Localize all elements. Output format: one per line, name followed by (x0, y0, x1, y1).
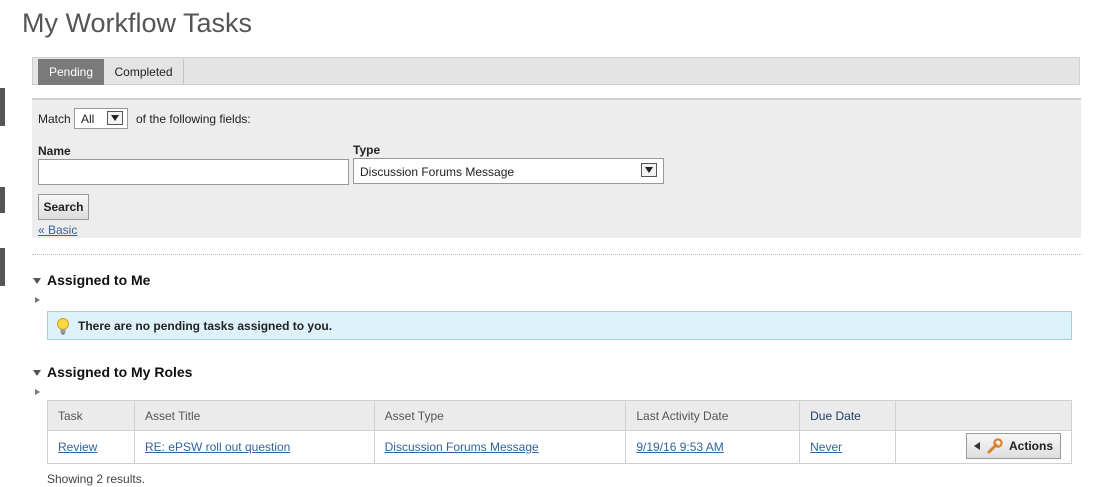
tab-completed[interactable]: Completed (104, 59, 184, 85)
column-header-actions (895, 400, 1072, 431)
actions-button-label: Actions (1009, 438, 1054, 453)
match-suffix-label: of the following fields: (136, 112, 251, 126)
basic-search-link[interactable]: « Basic (38, 223, 77, 237)
asset-title-link[interactable]: RE: ePSW roll out question (145, 440, 290, 454)
lightbulb-icon (57, 318, 69, 335)
column-header-task[interactable]: Task (47, 400, 135, 431)
match-select[interactable]: All (74, 108, 128, 129)
expand-icon[interactable] (35, 389, 40, 395)
due-date-link[interactable]: Never (810, 440, 842, 454)
expand-icon[interactable] (35, 297, 40, 303)
type-select-value: Discussion Forums Message (360, 165, 515, 179)
no-tasks-text: There are no pending tasks assigned to y… (78, 319, 333, 333)
search-filter-panel: Match All of the following fields: Name … (32, 98, 1081, 238)
tab-bar: Pending Completed (32, 57, 1080, 85)
wrench-icon (987, 437, 1003, 453)
last-activity-link[interactable]: 9/19/16 9:53 AM (636, 440, 723, 454)
caret-left-icon (974, 441, 980, 450)
search-button[interactable]: Search (38, 194, 89, 220)
assigned-to-roles-heading: Assigned to My Roles (47, 364, 193, 380)
name-field-label: Name (38, 144, 71, 158)
type-field-label: Type (353, 143, 381, 157)
name-input[interactable] (38, 159, 349, 185)
roles-task-table: Task Asset Title Asset Type Last Activit… (47, 400, 1072, 464)
edge-marker (0, 187, 5, 213)
chevron-down-icon (107, 111, 123, 125)
match-label: Match (38, 112, 71, 126)
table-header-row: Task Asset Title Asset Type Last Activit… (47, 400, 1072, 431)
edge-marker (0, 248, 5, 286)
actions-button[interactable]: Actions (966, 432, 1061, 459)
type-select[interactable]: Discussion Forums Message (353, 158, 664, 184)
column-header-due-date[interactable]: Due Date (799, 400, 897, 431)
page-title: My Workflow Tasks (22, 8, 253, 38)
column-header-asset-title[interactable]: Asset Title (133, 400, 375, 431)
table-row: Review RE: ePSW roll out question Discus… (47, 430, 1072, 464)
assigned-to-me-heading: Assigned to Me (47, 272, 151, 288)
collapse-icon[interactable] (33, 370, 41, 376)
edge-marker (0, 88, 5, 126)
column-header-last-activity[interactable]: Last Activity Date (625, 400, 801, 431)
asset-type-link[interactable]: Discussion Forums Message (385, 440, 539, 454)
task-link[interactable]: Review (58, 440, 97, 454)
no-tasks-message: There are no pending tasks assigned to y… (47, 311, 1072, 340)
results-count: Showing 2 results. (47, 472, 146, 486)
column-header-asset-type[interactable]: Asset Type (373, 400, 627, 431)
chevron-down-icon (641, 163, 657, 177)
section-divider (32, 254, 1082, 255)
collapse-icon[interactable] (33, 278, 41, 284)
tab-pending[interactable]: Pending (38, 59, 104, 85)
match-select-value: All (81, 112, 95, 126)
